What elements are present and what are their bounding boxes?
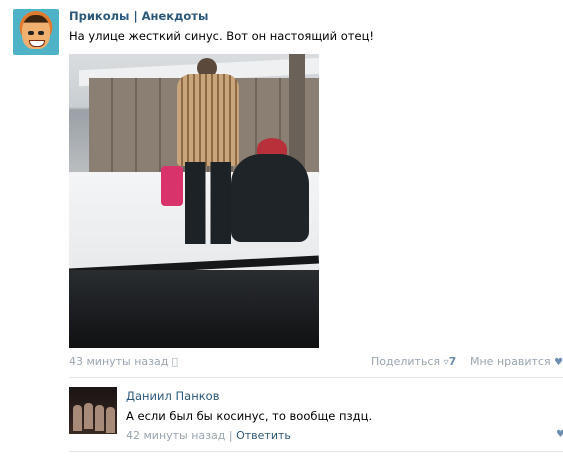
avatar-eye <box>28 31 34 35</box>
comment-avatar[interactable] <box>69 387 117 434</box>
heart-icon: ♥ <box>554 357 563 368</box>
post-text: На улице жесткий синус. Вот он настоящий… <box>69 29 375 43</box>
photo-man-legs <box>185 162 231 244</box>
comments-divider <box>69 377 563 378</box>
like-label: Мне нравится <box>470 355 551 368</box>
avatar-person <box>84 403 93 429</box>
comment-time[interactable]: 42 минуты назад <box>126 429 225 442</box>
reply-button[interactable]: Ответить <box>236 429 291 442</box>
photo-man-body <box>177 74 239 166</box>
avatar-mouth <box>29 40 45 47</box>
share-button[interactable]: Поделиться ▿7 <box>371 355 456 368</box>
comments-bottom-divider <box>69 451 563 452</box>
comment-separator: | <box>228 429 233 442</box>
apple-icon:  <box>172 357 178 368</box>
like-button[interactable]: Мне нравится ♥5 <box>470 355 563 368</box>
avatar-face <box>22 15 50 49</box>
photo-dashboard <box>69 270 319 348</box>
share-count: 7 <box>448 355 457 368</box>
photo-kid <box>231 154 309 242</box>
post-time[interactable]: 43 минуты назад  <box>69 355 178 368</box>
comment-like-heart-icon[interactable]: ♥ <box>556 429 563 440</box>
comment-author-link[interactable]: Даниил Панков <box>126 389 219 403</box>
avatar-person <box>73 405 82 431</box>
avatar-eye <box>38 31 44 35</box>
post-time-text[interactable]: 43 минуты назад <box>69 355 168 368</box>
comment-meta: 42 минуты назад | Ответить <box>126 429 291 442</box>
group-avatar[interactable] <box>13 9 59 55</box>
photo-bag <box>161 166 183 206</box>
share-label: Поделиться <box>371 355 441 368</box>
comment-text: А если был бы косинус, то вообще пздц. <box>126 409 373 423</box>
post-photo[interactable] <box>69 54 319 348</box>
avatar-person <box>106 407 115 433</box>
post-author-link[interactable]: Приколы | Анекдоты <box>69 9 208 23</box>
avatar-person <box>95 405 104 431</box>
